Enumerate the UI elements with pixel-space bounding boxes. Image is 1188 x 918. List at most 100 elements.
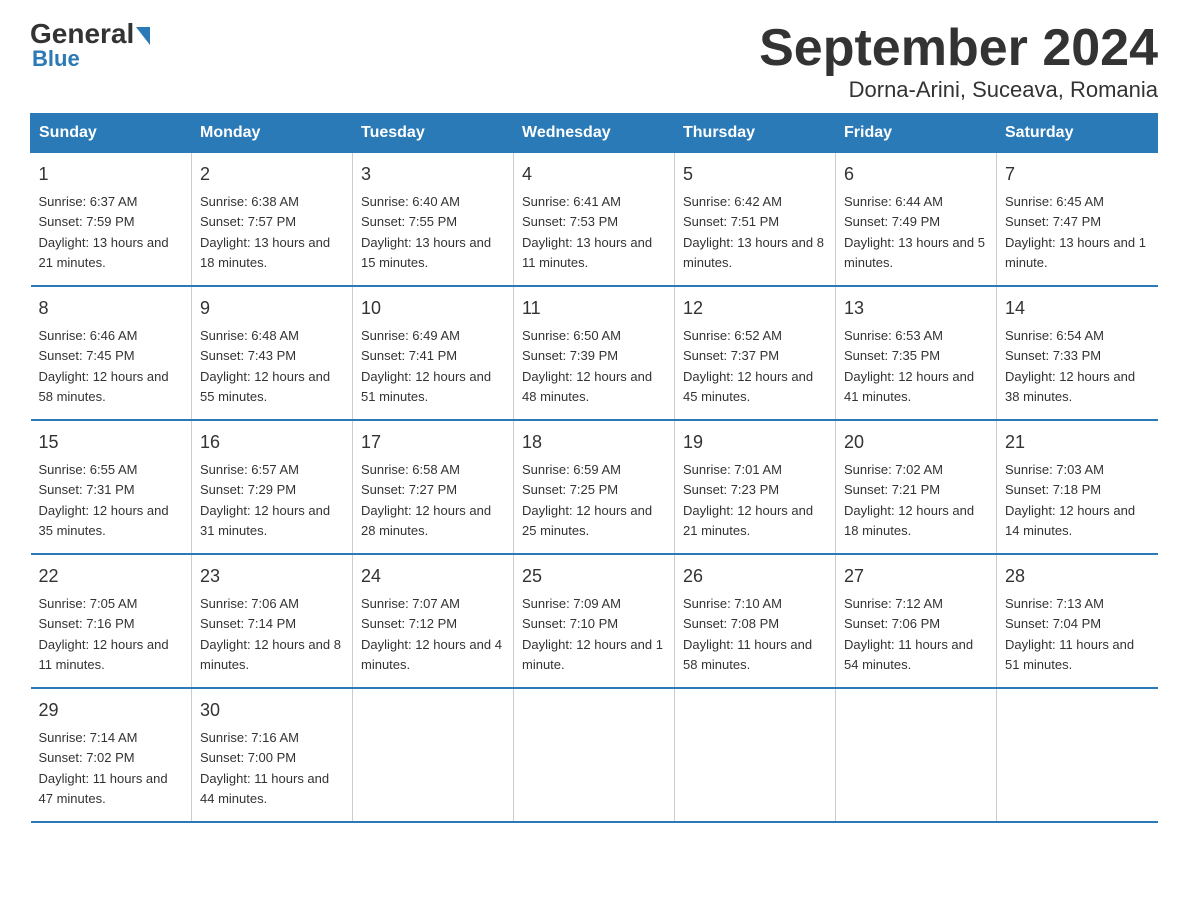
day-number: 17	[361, 429, 505, 456]
calendar-table: Sunday Monday Tuesday Wednesday Thursday…	[30, 113, 1158, 823]
calendar-cell: 15 Sunrise: 6:55 AMSunset: 7:31 PMDaylig…	[31, 420, 192, 554]
day-info: Sunrise: 6:37 AMSunset: 7:59 PMDaylight:…	[39, 194, 169, 270]
calendar-cell: 28 Sunrise: 7:13 AMSunset: 7:04 PMDaylig…	[997, 554, 1158, 688]
day-info: Sunrise: 6:49 AMSunset: 7:41 PMDaylight:…	[361, 328, 491, 404]
week-row-4: 22 Sunrise: 7:05 AMSunset: 7:16 PMDaylig…	[31, 554, 1158, 688]
day-info: Sunrise: 7:07 AMSunset: 7:12 PMDaylight:…	[361, 596, 502, 672]
day-number: 27	[844, 563, 988, 590]
day-info: Sunrise: 6:59 AMSunset: 7:25 PMDaylight:…	[522, 462, 652, 538]
day-info: Sunrise: 6:42 AMSunset: 7:51 PMDaylight:…	[683, 194, 824, 270]
day-number: 2	[200, 161, 344, 188]
day-number: 28	[1005, 563, 1150, 590]
calendar-cell: 14 Sunrise: 6:54 AMSunset: 7:33 PMDaylig…	[997, 286, 1158, 420]
day-info: Sunrise: 6:40 AMSunset: 7:55 PMDaylight:…	[361, 194, 491, 270]
day-info: Sunrise: 6:46 AMSunset: 7:45 PMDaylight:…	[39, 328, 169, 404]
day-number: 25	[522, 563, 666, 590]
logo-blue-text: Blue	[32, 46, 80, 72]
day-number: 26	[683, 563, 827, 590]
calendar-cell: 29 Sunrise: 7:14 AMSunset: 7:02 PMDaylig…	[31, 688, 192, 822]
calendar-cell: 16 Sunrise: 6:57 AMSunset: 7:29 PMDaylig…	[192, 420, 353, 554]
calendar-cell: 20 Sunrise: 7:02 AMSunset: 7:21 PMDaylig…	[836, 420, 997, 554]
day-number: 1	[39, 161, 184, 188]
day-number: 8	[39, 295, 184, 322]
day-info: Sunrise: 7:02 AMSunset: 7:21 PMDaylight:…	[844, 462, 974, 538]
calendar-cell	[675, 688, 836, 822]
calendar-cell: 4 Sunrise: 6:41 AMSunset: 7:53 PMDayligh…	[514, 153, 675, 287]
day-number: 5	[683, 161, 827, 188]
logo-arrow-icon	[136, 27, 150, 45]
day-info: Sunrise: 6:48 AMSunset: 7:43 PMDaylight:…	[200, 328, 330, 404]
calendar-header: Sunday Monday Tuesday Wednesday Thursday…	[31, 114, 1158, 153]
day-number: 4	[522, 161, 666, 188]
day-info: Sunrise: 6:45 AMSunset: 7:47 PMDaylight:…	[1005, 194, 1146, 270]
header-tuesday: Tuesday	[353, 114, 514, 153]
calendar-cell	[836, 688, 997, 822]
day-number: 16	[200, 429, 344, 456]
calendar-cell: 2 Sunrise: 6:38 AMSunset: 7:57 PMDayligh…	[192, 153, 353, 287]
calendar-cell	[514, 688, 675, 822]
calendar-subtitle: Dorna-Arini, Suceava, Romania	[759, 77, 1158, 103]
day-info: Sunrise: 6:52 AMSunset: 7:37 PMDaylight:…	[683, 328, 813, 404]
page-header: General Blue September 2024 Dorna-Arini,…	[30, 20, 1158, 103]
header-thursday: Thursday	[675, 114, 836, 153]
day-info: Sunrise: 6:54 AMSunset: 7:33 PMDaylight:…	[1005, 328, 1135, 404]
day-info: Sunrise: 6:53 AMSunset: 7:35 PMDaylight:…	[844, 328, 974, 404]
day-number: 21	[1005, 429, 1150, 456]
day-info: Sunrise: 6:50 AMSunset: 7:39 PMDaylight:…	[522, 328, 652, 404]
calendar-cell	[353, 688, 514, 822]
week-row-3: 15 Sunrise: 6:55 AMSunset: 7:31 PMDaylig…	[31, 420, 1158, 554]
day-info: Sunrise: 7:10 AMSunset: 7:08 PMDaylight:…	[683, 596, 812, 672]
day-number: 29	[39, 697, 184, 724]
logo: General Blue	[30, 20, 150, 72]
day-number: 3	[361, 161, 505, 188]
day-number: 24	[361, 563, 505, 590]
calendar-cell: 19 Sunrise: 7:01 AMSunset: 7:23 PMDaylig…	[675, 420, 836, 554]
day-info: Sunrise: 7:13 AMSunset: 7:04 PMDaylight:…	[1005, 596, 1134, 672]
day-number: 13	[844, 295, 988, 322]
day-info: Sunrise: 6:41 AMSunset: 7:53 PMDaylight:…	[522, 194, 652, 270]
week-row-1: 1 Sunrise: 6:37 AMSunset: 7:59 PMDayligh…	[31, 153, 1158, 287]
logo-top: General	[30, 20, 150, 48]
calendar-cell: 5 Sunrise: 6:42 AMSunset: 7:51 PMDayligh…	[675, 153, 836, 287]
day-info: Sunrise: 7:09 AMSunset: 7:10 PMDaylight:…	[522, 596, 663, 672]
header-friday: Friday	[836, 114, 997, 153]
day-number: 20	[844, 429, 988, 456]
day-number: 10	[361, 295, 505, 322]
calendar-cell: 25 Sunrise: 7:09 AMSunset: 7:10 PMDaylig…	[514, 554, 675, 688]
day-number: 19	[683, 429, 827, 456]
day-info: Sunrise: 6:38 AMSunset: 7:57 PMDaylight:…	[200, 194, 330, 270]
day-number: 7	[1005, 161, 1150, 188]
day-number: 22	[39, 563, 184, 590]
calendar-cell: 18 Sunrise: 6:59 AMSunset: 7:25 PMDaylig…	[514, 420, 675, 554]
week-row-2: 8 Sunrise: 6:46 AMSunset: 7:45 PMDayligh…	[31, 286, 1158, 420]
calendar-cell: 10 Sunrise: 6:49 AMSunset: 7:41 PMDaylig…	[353, 286, 514, 420]
calendar-cell: 3 Sunrise: 6:40 AMSunset: 7:55 PMDayligh…	[353, 153, 514, 287]
calendar-cell: 13 Sunrise: 6:53 AMSunset: 7:35 PMDaylig…	[836, 286, 997, 420]
calendar-cell: 24 Sunrise: 7:07 AMSunset: 7:12 PMDaylig…	[353, 554, 514, 688]
day-number: 30	[200, 697, 344, 724]
header-wednesday: Wednesday	[514, 114, 675, 153]
day-info: Sunrise: 6:55 AMSunset: 7:31 PMDaylight:…	[39, 462, 169, 538]
calendar-cell: 22 Sunrise: 7:05 AMSunset: 7:16 PMDaylig…	[31, 554, 192, 688]
calendar-cell: 8 Sunrise: 6:46 AMSunset: 7:45 PMDayligh…	[31, 286, 192, 420]
calendar-cell: 30 Sunrise: 7:16 AMSunset: 7:00 PMDaylig…	[192, 688, 353, 822]
calendar-cell: 12 Sunrise: 6:52 AMSunset: 7:37 PMDaylig…	[675, 286, 836, 420]
header-saturday: Saturday	[997, 114, 1158, 153]
week-row-5: 29 Sunrise: 7:14 AMSunset: 7:02 PMDaylig…	[31, 688, 1158, 822]
day-info: Sunrise: 7:12 AMSunset: 7:06 PMDaylight:…	[844, 596, 973, 672]
header-monday: Monday	[192, 114, 353, 153]
calendar-cell: 7 Sunrise: 6:45 AMSunset: 7:47 PMDayligh…	[997, 153, 1158, 287]
calendar-cell: 26 Sunrise: 7:10 AMSunset: 7:08 PMDaylig…	[675, 554, 836, 688]
day-info: Sunrise: 7:14 AMSunset: 7:02 PMDaylight:…	[39, 730, 168, 806]
day-info: Sunrise: 7:16 AMSunset: 7:00 PMDaylight:…	[200, 730, 329, 806]
calendar-cell: 11 Sunrise: 6:50 AMSunset: 7:39 PMDaylig…	[514, 286, 675, 420]
day-info: Sunrise: 6:57 AMSunset: 7:29 PMDaylight:…	[200, 462, 330, 538]
day-number: 9	[200, 295, 344, 322]
calendar-cell: 23 Sunrise: 7:06 AMSunset: 7:14 PMDaylig…	[192, 554, 353, 688]
calendar-cell: 27 Sunrise: 7:12 AMSunset: 7:06 PMDaylig…	[836, 554, 997, 688]
day-info: Sunrise: 7:03 AMSunset: 7:18 PMDaylight:…	[1005, 462, 1135, 538]
logo-general-text: General	[30, 18, 134, 49]
days-of-week-row: Sunday Monday Tuesday Wednesday Thursday…	[31, 114, 1158, 153]
calendar-cell: 17 Sunrise: 6:58 AMSunset: 7:27 PMDaylig…	[353, 420, 514, 554]
day-number: 6	[844, 161, 988, 188]
